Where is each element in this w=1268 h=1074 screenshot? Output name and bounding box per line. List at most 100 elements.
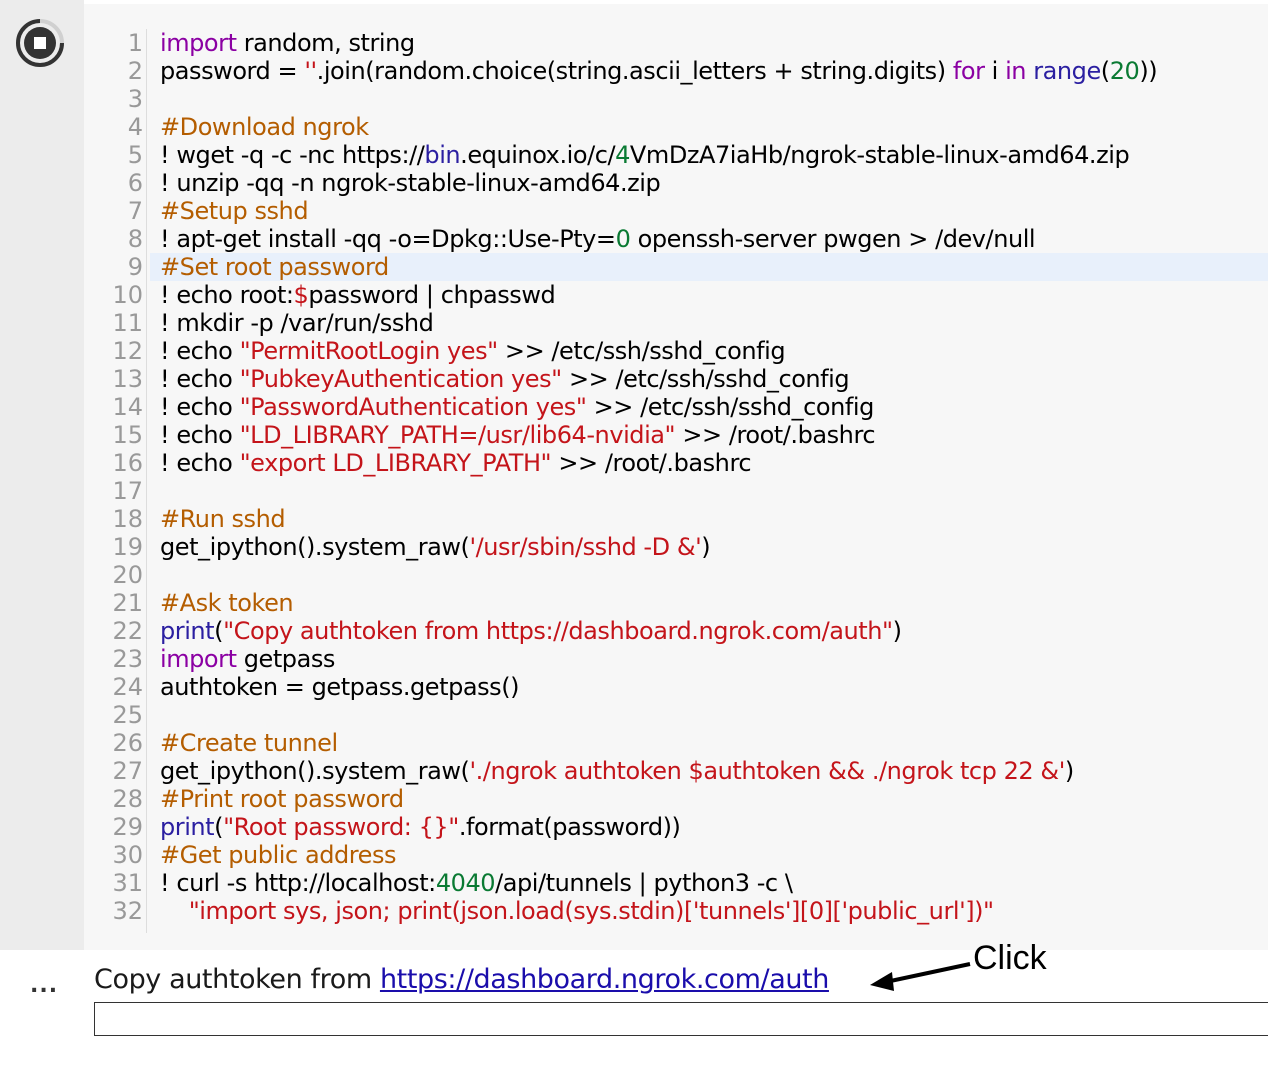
cell-output: ... Copy authtoken from https://dashboar… (0, 950, 1268, 1074)
code-token: '' (304, 57, 317, 85)
code-line[interactable]: #Create tunnel (160, 729, 1268, 757)
code-line[interactable]: #Download ngrok (160, 113, 1268, 141)
code-token: password = (160, 57, 305, 85)
code-token: 0 (615, 225, 631, 253)
line-number: 31 (112, 869, 143, 897)
code-token: >> /etc/ssh/sshd_config (586, 393, 875, 421)
line-number: 13 (112, 365, 143, 393)
code-line[interactable] (160, 561, 1268, 589)
line-number: 14 (112, 393, 143, 421)
code-line[interactable]: #Get public address (160, 841, 1268, 869)
line-number: 30 (112, 841, 143, 869)
line-numbers: 1 2 3 4 5 6 7 8 9 10 11 12 13 14 15 16 17 18 19 20 21 22 23 24 2… (84, 29, 147, 933)
code-token: #Print root password (160, 785, 404, 813)
code-token: ! echo root: (160, 281, 294, 309)
line-number: 19 (112, 533, 143, 561)
code-token: "PasswordAuthentication yes" (239, 393, 587, 421)
code-token: bin (424, 141, 461, 169)
line-number: 15 (112, 421, 143, 449)
authtoken-input[interactable] (94, 1002, 1268, 1036)
code-token: print (160, 813, 215, 841)
code-token: ) (1064, 757, 1074, 785)
code-line[interactable]: get_ipython().system_raw('./ngrok authto… (160, 757, 1268, 785)
code-line[interactable]: #Setup sshd (160, 197, 1268, 225)
line-number: 5 (127, 141, 143, 169)
line-number: 29 (112, 813, 143, 841)
code-token: ! wget -q -c -nc https:// (160, 141, 425, 169)
line-number: 4 (127, 113, 143, 141)
code-line[interactable]: ! echo "PermitRootLogin yes" >> /etc/ssh… (160, 337, 1268, 365)
code-token: print (160, 617, 215, 645)
code-token: #Setup sshd (160, 197, 309, 225)
output-text: Copy authtoken from https://dashboard.ng… (94, 964, 829, 995)
line-number: 23 (112, 645, 143, 673)
code-token: #Ask token (160, 589, 294, 617)
code-line[interactable]: get_ipython().system_raw('/usr/sbin/sshd… (160, 533, 1268, 561)
line-number: 10 (112, 281, 143, 309)
click-annotation: Click (973, 939, 1047, 977)
code-token: "export LD_LIBRARY_PATH" (239, 449, 552, 477)
code-token: .join(random.choice(string.ascii_letters… (316, 57, 953, 85)
auth-link[interactable]: https://dashboard.ngrok.com/auth (380, 964, 829, 995)
code-token: #Download ngrok (160, 113, 369, 141)
line-number: 20 (112, 561, 143, 589)
line-number: 32 (112, 897, 143, 925)
code-line[interactable] (160, 85, 1268, 113)
run-stop-button[interactable] (15, 17, 65, 69)
code-token: "PermitRootLogin yes" (239, 337, 499, 365)
output-prefix: Copy authtoken from (94, 964, 380, 995)
arrow-left-icon (870, 962, 971, 991)
code-line[interactable]: import random, string (160, 29, 1268, 57)
code-line[interactable]: ! wget -q -c -nc https://bin.equinox.io/… (160, 141, 1268, 169)
code-line[interactable]: #Run sshd (160, 505, 1268, 533)
stop-icon (16, 19, 64, 67)
code-line[interactable]: "import sys, json; print(json.load(sys.s… (160, 897, 1268, 925)
code-token: >> /etc/ssh/sshd_config (497, 337, 786, 365)
code-line[interactable]: ! mkdir -p /var/run/sshd (160, 309, 1268, 337)
code-token: )) (1139, 57, 1158, 85)
code-token: "Copy authtoken from https://dashboard.n… (223, 617, 893, 645)
line-number: 17 (112, 477, 143, 505)
code-line[interactable]: #Print root password (160, 785, 1268, 813)
line-number: 28 (112, 785, 143, 813)
code-token: ( (1100, 57, 1110, 85)
code-token: '/usr/sbin/sshd -D &' (469, 533, 702, 561)
code-line[interactable]: ! echo "PubkeyAuthentication yes" >> /et… (160, 365, 1268, 393)
code-line[interactable]: ! echo "LD_LIBRARY_PATH=/usr/lib64-nvidi… (160, 421, 1268, 449)
code-token: authtoken = getpass.getpass() (160, 673, 520, 701)
code-token: >> /root/.bashrc (551, 449, 752, 477)
code-line[interactable]: ! echo "PasswordAuthentication yes" >> /… (160, 393, 1268, 421)
code-token: .format(password)) (458, 813, 681, 841)
code-token: ! curl -s http://localhost: (160, 869, 436, 897)
code-line[interactable]: import getpass (160, 645, 1268, 673)
code-line[interactable]: password = ''.join(random.choice(string.… (160, 57, 1268, 85)
code-token: ( (214, 813, 224, 841)
code-token: ( (214, 617, 224, 645)
code-token: "import sys, json; print(json.load(sys.s… (160, 897, 994, 925)
code-token: for (952, 57, 985, 85)
code-line[interactable]: print("Copy authtoken from https://dashb… (160, 617, 1268, 645)
code-line[interactable]: print("Root password: {}".format(passwor… (160, 813, 1268, 841)
code-line[interactable]: ! unzip -qq -n ngrok-stable-linux-amd64.… (160, 169, 1268, 197)
code-line[interactable]: #Ask token (160, 589, 1268, 617)
line-number: 24 (112, 673, 143, 701)
line-number: 25 (112, 701, 143, 729)
code-token: .equinox.io/c/ (460, 141, 616, 169)
code-content[interactable]: import random, string password = ''.join(… (150, 29, 1268, 925)
code-token: ) (701, 533, 711, 561)
code-line[interactable] (160, 701, 1268, 729)
code-line[interactable]: ! echo "export LD_LIBRARY_PATH" >> /root… (160, 449, 1268, 477)
line-number: 6 (127, 169, 143, 197)
code-token: $ (293, 281, 309, 309)
code-line[interactable]: ! curl -s http://localhost:4040/api/tunn… (160, 869, 1268, 897)
code-line[interactable]: ! echo root:$password | chpasswd (160, 281, 1268, 309)
code-token: getpass (236, 645, 336, 673)
code-token: ! echo (160, 449, 240, 477)
code-token: ! echo (160, 393, 240, 421)
code-cell[interactable]: 1 2 3 4 5 6 7 8 9 10 11 12 13 14 15 16 17 18 19 20 21 22 23 24 2… (0, 0, 1268, 950)
code-line[interactable] (160, 477, 1268, 505)
code-line[interactable]: ! apt-get install -qq -o=Dpkg::Use-Pty=0… (160, 225, 1268, 253)
code-line[interactable]: authtoken = getpass.getpass() (160, 673, 1268, 701)
code-token: ! apt-get install -qq -o=Dpkg::Use-Pty= (160, 225, 616, 253)
code-line[interactable]: #Set root password (150, 253, 1268, 281)
